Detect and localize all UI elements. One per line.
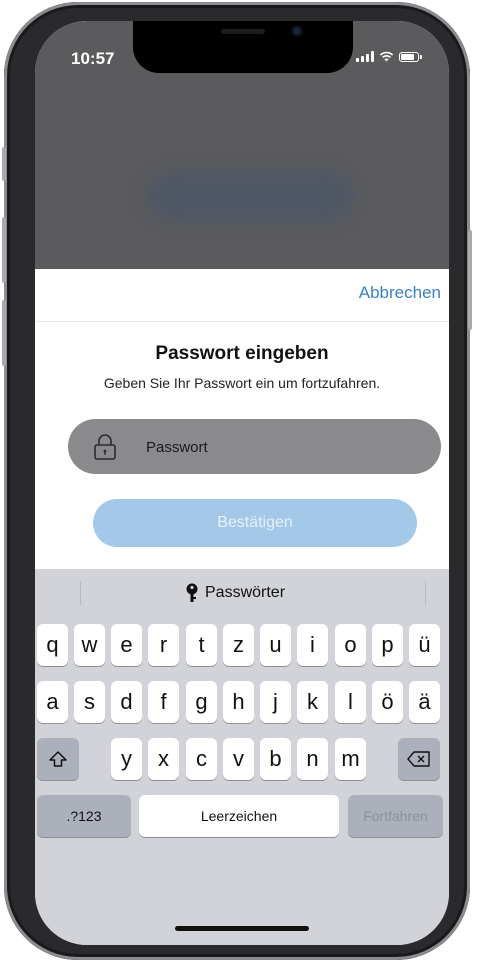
key-q[interactable]: q bbox=[37, 624, 68, 666]
blurred-content bbox=[145, 171, 355, 221]
key-ae[interactable]: ä bbox=[409, 681, 440, 723]
cancel-button[interactable]: Abbrechen bbox=[359, 283, 441, 303]
key-y[interactable]: y bbox=[111, 738, 142, 780]
backspace-icon bbox=[407, 751, 430, 767]
power-button bbox=[468, 230, 472, 330]
key-e[interactable]: e bbox=[111, 624, 142, 666]
sheet-title: Passwort eingeben bbox=[155, 343, 329, 364]
key-g[interactable]: g bbox=[186, 681, 217, 723]
key-d[interactable]: d bbox=[111, 681, 142, 723]
key-x[interactable]: x bbox=[148, 738, 179, 780]
backspace-key[interactable] bbox=[398, 738, 440, 780]
home-indicator bbox=[175, 926, 309, 931]
suggestion-bar: Passwörter bbox=[35, 569, 449, 617]
volume-up-button bbox=[2, 217, 6, 283]
key-u[interactable]: u bbox=[260, 624, 291, 666]
key-oe[interactable]: ö bbox=[372, 681, 403, 723]
key-l[interactable]: l bbox=[335, 681, 366, 723]
mute-switch bbox=[2, 147, 6, 181]
space-key[interactable]: Leerzeichen bbox=[139, 795, 339, 837]
volume-down-button bbox=[2, 300, 6, 366]
suggestion-divider bbox=[425, 581, 426, 605]
key-z[interactable]: z bbox=[223, 624, 254, 666]
notch bbox=[133, 21, 353, 73]
key-p[interactable]: p bbox=[372, 624, 403, 666]
shift-icon bbox=[49, 751, 67, 767]
key-icon bbox=[186, 583, 198, 602]
key-m[interactable]: m bbox=[335, 738, 366, 780]
screen: 10:57 Abbrechen Passwort eingeben Geben … bbox=[35, 21, 449, 945]
password-input[interactable] bbox=[144, 419, 428, 476]
speaker-grille bbox=[221, 29, 265, 34]
numbers-key[interactable]: .?123 bbox=[37, 795, 131, 837]
wifi-icon bbox=[379, 51, 394, 62]
suggestion-divider bbox=[80, 581, 81, 605]
phone-frame: 10:57 Abbrechen Passwort eingeben Geben … bbox=[2, 2, 472, 960]
passwords-suggestion[interactable]: Passwörter bbox=[185, 579, 285, 607]
signal-icon bbox=[356, 51, 374, 62]
key-c[interactable]: c bbox=[186, 738, 217, 780]
sheet-header: Abbrechen bbox=[35, 269, 449, 322]
key-b[interactable]: b bbox=[260, 738, 291, 780]
key-ue[interactable]: ü bbox=[409, 624, 440, 666]
status-indicators bbox=[356, 51, 422, 62]
confirm-button[interactable]: Bestätigen bbox=[93, 499, 417, 547]
key-s[interactable]: s bbox=[74, 681, 105, 723]
keyboard: Passwörter q w e r t z u i o p ü a s d f… bbox=[35, 569, 449, 945]
battery-icon bbox=[399, 51, 422, 62]
key-h[interactable]: h bbox=[223, 681, 254, 723]
key-a[interactable]: a bbox=[37, 681, 68, 723]
continue-key[interactable]: Fortfahren bbox=[348, 795, 443, 837]
sheet-subtitle: Geben Sie Ihr Passwort ein um fortzufahr… bbox=[103, 375, 381, 391]
lock-icon bbox=[94, 434, 116, 460]
key-f[interactable]: f bbox=[148, 681, 179, 723]
password-sheet: Abbrechen Passwort eingeben Geben Sie Ih… bbox=[35, 269, 449, 569]
key-k[interactable]: k bbox=[297, 681, 328, 723]
key-o[interactable]: o bbox=[335, 624, 366, 666]
password-field[interactable] bbox=[68, 419, 441, 476]
key-t[interactable]: t bbox=[186, 624, 217, 666]
front-camera bbox=[293, 27, 301, 35]
status-time: 10:57 bbox=[71, 49, 115, 68]
key-r[interactable]: r bbox=[148, 624, 179, 666]
key-n[interactable]: n bbox=[297, 738, 328, 780]
shift-key[interactable] bbox=[37, 738, 79, 780]
passwords-suggestion-label: Passwörter bbox=[205, 584, 286, 601]
key-i[interactable]: i bbox=[297, 624, 328, 666]
key-j[interactable]: j bbox=[260, 681, 291, 723]
key-w[interactable]: w bbox=[74, 624, 105, 666]
key-v[interactable]: v bbox=[223, 738, 254, 780]
